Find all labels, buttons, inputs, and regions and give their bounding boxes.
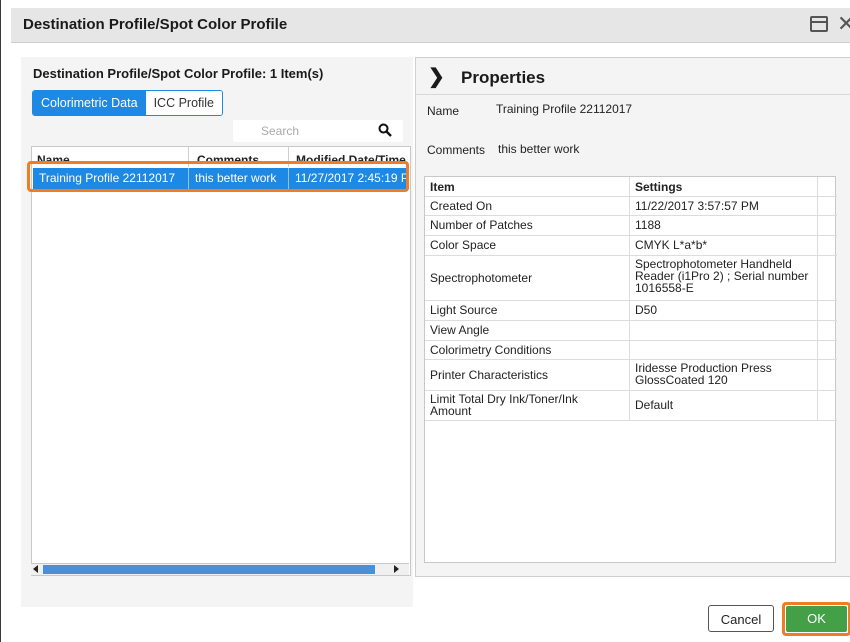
- search-input[interactable]: Search: [233, 120, 403, 142]
- property-row: Created On 11/22/2017 3:57:57 PM: [425, 196, 837, 216]
- scroll-right-arrow-icon[interactable]: [394, 565, 399, 573]
- property-setting: CMYK L*a*b*: [635, 238, 708, 252]
- column-divider: [817, 177, 818, 420]
- property-row: View Angle: [425, 320, 837, 341]
- profile-list-panel: Destination Profile/Spot Color Profile: …: [21, 57, 413, 607]
- search-placeholder: Search: [261, 124, 300, 138]
- chevron-right-icon[interactable]: ❯: [428, 64, 445, 89]
- property-item: Light Source: [430, 303, 498, 317]
- property-row: Light Source D50: [425, 300, 837, 321]
- data-type-tabs: Colorimetric Data ICC Profile: [32, 90, 223, 116]
- scrollbar-thumb[interactable]: [43, 565, 375, 574]
- name-label: Name: [427, 104, 460, 118]
- property-setting: Spectrophotometer Handheld Reader (i1Pro…: [635, 257, 809, 295]
- tab-colorimetric-data[interactable]: Colorimetric Data: [33, 91, 146, 115]
- search-icon[interactable]: [378, 123, 392, 137]
- comments-label: Comments: [427, 143, 486, 157]
- property-row: Number of Patches 1188: [425, 215, 837, 236]
- close-icon[interactable]: ✕: [837, 11, 850, 37]
- properties-title: Properties: [461, 68, 546, 87]
- property-item: Created On: [430, 199, 493, 213]
- properties-table-header: Item Settings: [425, 177, 837, 197]
- title-bar: Destination Profile/Spot Color Profile ✕: [11, 8, 850, 43]
- property-setting: Iridesse Production Press GlossCoated 12…: [635, 361, 772, 387]
- property-row: Printer Characteristics Iridesse Product…: [425, 359, 837, 391]
- property-setting: 1188: [635, 218, 661, 232]
- properties-table: Item Settings Created On 11/22/2017 3:57…: [424, 176, 837, 563]
- property-row: Color Space CMYK L*a*b*: [425, 235, 837, 256]
- properties-header[interactable]: ❯ Properties: [416, 58, 850, 95]
- name-value: Training Profile 22112017: [496, 102, 633, 116]
- profile-dialog: Destination Profile/Spot Color Profile ✕…: [0, 0, 850, 642]
- property-item: Limit Total Dry Ink/Toner/Ink Amount: [430, 392, 578, 418]
- ok-button-highlight: OK: [782, 602, 850, 636]
- horizontal-scrollbar[interactable]: [31, 563, 409, 575]
- property-row: Spectrophotometer Spectrophotometer Hand…: [425, 255, 837, 301]
- property-item: Printer Characteristics: [430, 368, 549, 382]
- window-maximize-icon[interactable]: [810, 16, 828, 32]
- property-setting: D50: [635, 303, 658, 317]
- ok-button[interactable]: OK: [786, 606, 847, 632]
- property-item: Number of Patches: [430, 218, 533, 232]
- scroll-left-arrow-icon[interactable]: [33, 565, 38, 573]
- profile-table: Name Comments Modified Date/Time Trainin…: [31, 146, 411, 576]
- property-item: Spectrophotometer: [430, 271, 533, 285]
- cancel-button[interactable]: Cancel: [708, 605, 774, 632]
- item-count-title: Destination Profile/Spot Color Profile: …: [33, 66, 324, 81]
- selected-row-highlight: [27, 161, 409, 192]
- column-divider: [629, 177, 630, 420]
- property-row: Limit Total Dry Ink/Toner/Ink Amount Def…: [425, 390, 837, 421]
- property-row: Colorimetry Conditions: [425, 340, 837, 360]
- property-item: Colorimetry Conditions: [430, 343, 552, 357]
- column-header-item: Item: [430, 180, 455, 194]
- dialog-title: Destination Profile/Spot Color Profile: [23, 16, 288, 33]
- tab-icc-profile[interactable]: ICC Profile: [145, 91, 222, 115]
- comments-value: this better work: [498, 142, 580, 156]
- column-header-settings: Settings: [635, 180, 683, 194]
- property-item: View Angle: [430, 323, 490, 337]
- property-setting: Default: [635, 398, 674, 412]
- property-item: Color Space: [430, 238, 497, 252]
- property-setting: 11/22/2017 3:57:57 PM: [635, 199, 759, 213]
- properties-panel: ❯ Properties Name Training Profile 22112…: [415, 57, 850, 577]
